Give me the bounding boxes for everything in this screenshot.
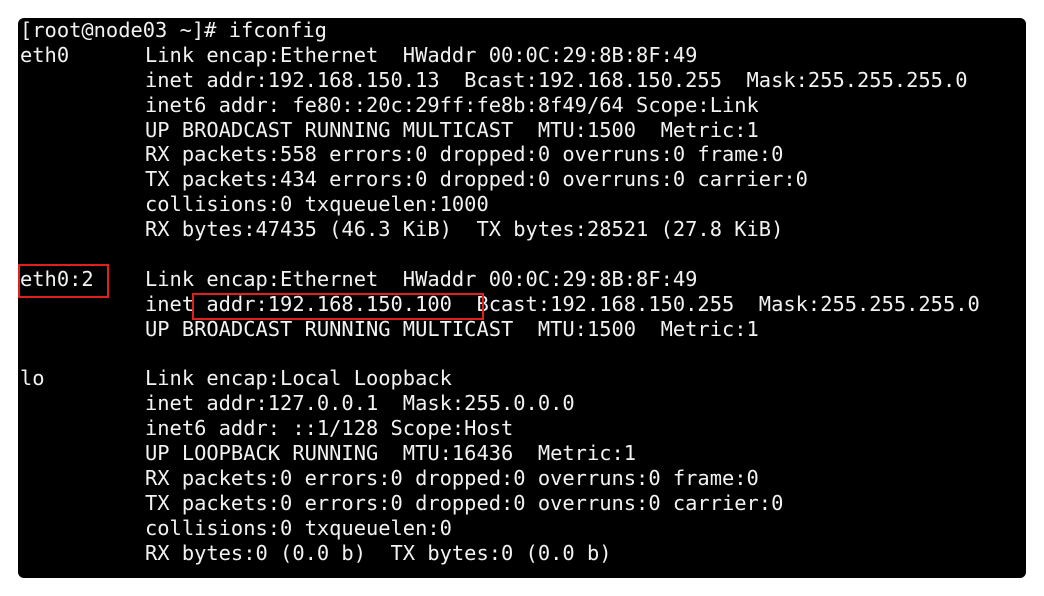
- eth0-collisions: collisions:0 txqueuelen:1000: [145, 192, 489, 217]
- eth0-2-line-2: inet addr:192.168.150.100 Bcast:192.168.…: [20, 292, 980, 317]
- lo-line-6: TX packets:0 errors:0 dropped:0 overruns…: [20, 491, 980, 516]
- lo-inet-addr: inet addr:127.0.0.1 Mask:255.0.0.0: [145, 391, 575, 416]
- lo-inet6-addr: inet6 addr: ::1/128 Scope:Host: [145, 416, 514, 441]
- eth0-line-1: eth0 Link encap:Ethernet HWaddr 00:0C:29:…: [20, 43, 980, 68]
- eth0-line-6: TX packets:434 errors:0 dropped:0 overru…: [20, 167, 980, 192]
- eth0-2-line-1: eth0:2 Link encap:Ethernet HWaddr 00:0C:2…: [20, 267, 980, 292]
- eth0-link-info: Link encap:Ethernet HWaddr 00:0C:29:8B:8…: [145, 42, 698, 67]
- lo-link-info: Link encap:Local Loopback: [145, 366, 452, 391]
- terminal-output: [root@node03 ~]# ifconfig eth0 Link encap:…: [20, 18, 980, 566]
- eth0-line-2: inet addr:192.168.150.13 Bcast:192.168.1…: [20, 68, 980, 93]
- eth0-line-8: RX bytes:47435 (46.3 KiB) TX bytes:28521…: [20, 217, 980, 242]
- highlight-box-ip-address: [192, 293, 484, 320]
- lo-collisions: collisions:0 txqueuelen:0: [145, 515, 452, 540]
- lo-bytes: RX bytes:0 (0.0 b) TX bytes:0 (0.0 b): [145, 540, 612, 565]
- highlight-box-interface-eth0-2: [18, 264, 109, 298]
- lo-line-7: collisions:0 txqueuelen:0: [20, 516, 980, 541]
- lo-line-3: inet6 addr: ::1/128 Scope:Host: [20, 416, 980, 441]
- lo-line-5: RX packets:0 errors:0 dropped:0 overruns…: [20, 466, 980, 491]
- eth0-rx-packets: RX packets:558 errors:0 dropped:0 overru…: [145, 142, 784, 167]
- lo-line-2: inet addr:127.0.0.1 Mask:255.0.0.0: [20, 391, 980, 416]
- terminal-window[interactable]: [root@node03 ~]# ifconfig eth0 Link encap:…: [18, 18, 1026, 578]
- lo-line-8: RX bytes:0 (0.0 b) TX bytes:0 (0.0 b): [20, 541, 980, 566]
- lo-rx-packets: RX packets:0 errors:0 dropped:0 overruns…: [145, 466, 759, 491]
- interface-name-eth0: eth0: [20, 42, 70, 67]
- eth0-2-line-3: UP BROADCAST RUNNING MULTICAST MTU:1500 …: [20, 317, 980, 342]
- lo-flags: UP LOOPBACK RUNNING MTU:16436 Metric:1: [145, 441, 637, 466]
- eth0-bytes: RX bytes:47435 (46.3 KiB) TX bytes:28521…: [145, 217, 784, 242]
- eth0-line-7: collisions:0 txqueuelen:1000: [20, 192, 980, 217]
- interface-name-lo: lo: [20, 366, 45, 391]
- eth0-tx-packets: TX packets:434 errors:0 dropped:0 overru…: [145, 167, 808, 192]
- eth0-line-4: UP BROADCAST RUNNING MULTICAST MTU:1500 …: [20, 118, 980, 143]
- eth0-2-link-info: Link encap:Ethernet HWaddr 00:0C:29:8B:8…: [145, 266, 698, 291]
- lo-tx-packets: TX packets:0 errors:0 dropped:0 overruns…: [145, 490, 784, 515]
- eth0-inet-addr: inet addr:192.168.150.13 Bcast:192.168.1…: [145, 67, 968, 92]
- eth0-flags: UP BROADCAST RUNNING MULTICAST MTU:1500 …: [145, 117, 759, 142]
- lo-line-1: lo Link encap:Local Loopback: [20, 366, 980, 391]
- eth0-line-3: inet6 addr: fe80::20c:29ff:fe8b:8f49/64 …: [20, 93, 980, 118]
- eth0-2-flags: UP BROADCAST RUNNING MULTICAST MTU:1500 …: [145, 316, 759, 341]
- eth0-inet6-addr: inet6 addr: fe80::20c:29ff:fe8b:8f49/64 …: [145, 92, 759, 117]
- lo-line-4: UP LOOPBACK RUNNING MTU:16436 Metric:1: [20, 441, 980, 466]
- eth0-line-5: RX packets:558 errors:0 dropped:0 overru…: [20, 142, 980, 167]
- prompt-line: [root@node03 ~]# ifconfig: [20, 18, 327, 42]
